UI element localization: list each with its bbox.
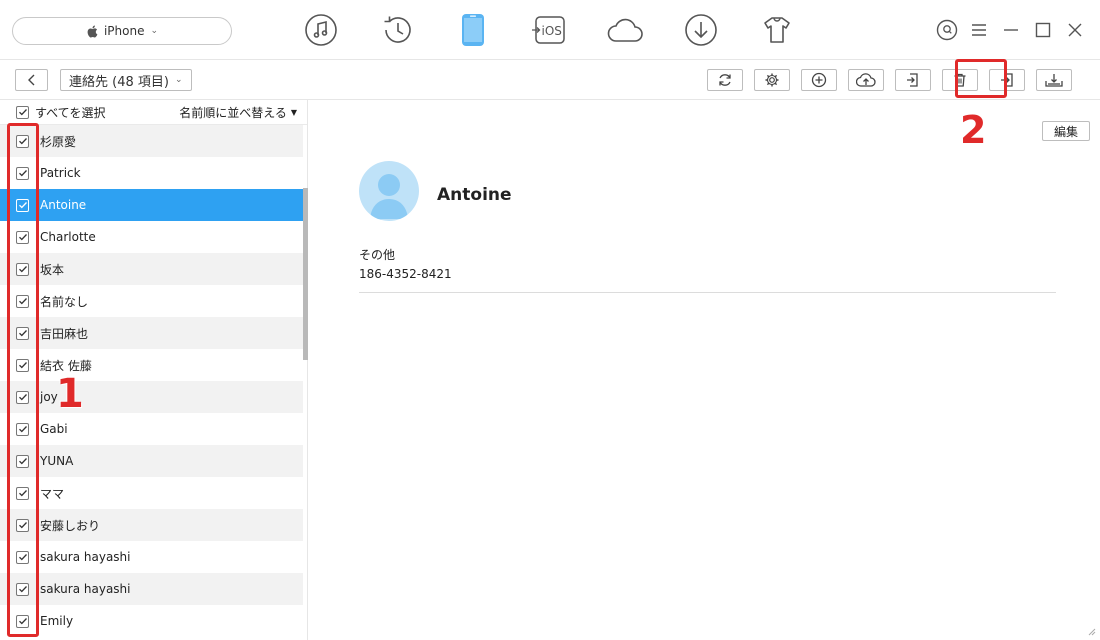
export-button[interactable] bbox=[895, 69, 931, 91]
resize-grip-icon[interactable] bbox=[1086, 626, 1096, 636]
avatar bbox=[359, 161, 419, 221]
contact-name-label: YUNA bbox=[40, 454, 74, 468]
refresh-button[interactable] bbox=[707, 69, 743, 91]
sort-label: 名前順に並べ替える bbox=[179, 105, 287, 120]
contact-name-label: sakura hayashi bbox=[40, 550, 131, 564]
chevron-down-icon: ⌄ bbox=[150, 26, 159, 36]
to-device-icon bbox=[1045, 74, 1063, 87]
contact-name: Antoine bbox=[437, 185, 512, 205]
divider bbox=[359, 292, 1056, 293]
device-selector[interactable]: iPhone ⌄ bbox=[12, 17, 232, 45]
contact-name-label: 名前なし bbox=[40, 294, 89, 309]
contact-row[interactable]: YUNA bbox=[0, 445, 303, 477]
annotation-step-1: 1 bbox=[56, 371, 84, 417]
contact-name-label: sakura hayashi bbox=[40, 582, 131, 596]
contact-list: 杉原愛 Patrick Antoine Charlotte 坂本名前なし吉田麻也結衣 佐… bbox=[0, 125, 303, 637]
main-nav: iOS bbox=[300, 10, 798, 50]
chevron-down-icon: ⌄ bbox=[174, 75, 183, 85]
contact-name-label: ママ bbox=[40, 486, 65, 501]
contact-row[interactable]: joy bbox=[0, 381, 303, 413]
tshirt-icon[interactable] bbox=[756, 10, 798, 50]
contact-row[interactable]: 名前なし bbox=[0, 285, 303, 317]
settings-icon bbox=[765, 73, 779, 87]
contact-row[interactable]: Charlotte bbox=[0, 221, 303, 253]
annotation-step-2: 2 bbox=[960, 108, 987, 152]
sort-dropdown[interactable]: 名前順に並べ替える ▼ bbox=[179, 104, 297, 121]
edit-button[interactable]: 編集 bbox=[1042, 121, 1090, 141]
select-all[interactable]: すべてを選択 bbox=[16, 104, 105, 121]
select-all-label: すべてを選択 bbox=[35, 105, 106, 120]
export-icon bbox=[907, 73, 918, 87]
contact-row[interactable]: 吉田麻也 bbox=[0, 317, 303, 349]
account-icon[interactable] bbox=[936, 18, 958, 42]
phone-icon[interactable] bbox=[452, 10, 494, 50]
contact-row[interactable]: ママ bbox=[0, 477, 303, 509]
contact-row[interactable]: Patrick bbox=[0, 157, 303, 189]
contact-row[interactable]: sakura hayashi bbox=[0, 541, 303, 573]
contact-row[interactable]: 安藤しおり bbox=[0, 509, 303, 541]
contact-name-label: Charlotte bbox=[40, 230, 96, 244]
contact-row[interactable]: 杉原愛 bbox=[0, 125, 303, 157]
phone-number: 186-4352-8421 bbox=[359, 267, 452, 281]
music-icon[interactable] bbox=[300, 10, 342, 50]
contact-name-label: Emily bbox=[40, 614, 74, 628]
apple-icon bbox=[87, 25, 98, 38]
contact-name-label: Patrick bbox=[40, 166, 81, 180]
contact-name-label: 吉田麻也 bbox=[40, 326, 89, 341]
contact-name-label: 杉原愛 bbox=[40, 134, 77, 149]
to-device-button[interactable] bbox=[1036, 69, 1072, 91]
list-header: すべてを選択 名前順に並べ替える ▼ bbox=[0, 100, 307, 125]
contact-row[interactable]: Gabi bbox=[0, 413, 303, 445]
menu-icon[interactable] bbox=[968, 18, 990, 42]
contact-row[interactable]: sakura hayashi bbox=[0, 573, 303, 605]
refresh-icon bbox=[719, 74, 731, 86]
add-icon bbox=[811, 72, 827, 88]
close-icon[interactable] bbox=[1064, 18, 1086, 42]
annotation-box-delete bbox=[955, 59, 1007, 98]
category-selector[interactable]: 連絡先 (48 項目) ⌄ bbox=[60, 69, 192, 91]
maximize-icon[interactable] bbox=[1032, 18, 1054, 42]
back-button[interactable] bbox=[15, 69, 48, 91]
chevron-left-icon bbox=[27, 74, 34, 86]
app-window: iPhone ⌄ iOS 連絡先 (48 項目) ⌄ すべてを選択 名前順に並べ… bbox=[0, 0, 1100, 640]
minimize-icon[interactable] bbox=[1000, 18, 1022, 42]
device-name: iPhone bbox=[103, 24, 145, 38]
contact-name-label: Gabi bbox=[40, 422, 68, 436]
add-button[interactable] bbox=[801, 69, 837, 91]
upload-cloud-icon bbox=[856, 73, 876, 87]
contact-list-pane: すべてを選択 名前順に並べ替える ▼ 杉原愛 Patrick Antoine Char… bbox=[0, 100, 308, 640]
contact-row[interactable]: 結衣 佐藤 bbox=[0, 349, 303, 381]
check-icon bbox=[18, 109, 27, 116]
contact-row[interactable]: Antoine bbox=[0, 189, 303, 221]
field-label: その他 bbox=[359, 248, 396, 262]
top-bar: iPhone ⌄ iOS bbox=[0, 0, 1100, 60]
person-icon bbox=[370, 174, 408, 219]
contact-name-label: Antoine bbox=[40, 198, 87, 212]
contact-row[interactable]: Emily bbox=[0, 605, 303, 637]
category-label: 連絡先 (48 項目) bbox=[69, 74, 169, 90]
contact-name-label: 坂本 bbox=[40, 262, 65, 277]
to-ios-icon[interactable]: iOS bbox=[528, 10, 570, 50]
history-icon[interactable] bbox=[376, 10, 418, 50]
upload-cloud-button[interactable] bbox=[848, 69, 884, 91]
to-ios-label: iOS bbox=[542, 24, 562, 38]
toolbar: 連絡先 (48 項目) ⌄ bbox=[0, 60, 1100, 100]
settings-button[interactable] bbox=[754, 69, 790, 91]
contact-row[interactable]: 坂本 bbox=[0, 253, 303, 285]
select-all-checkbox[interactable] bbox=[16, 105, 29, 119]
contact-name-label: 安藤しおり bbox=[40, 518, 101, 533]
caret-down-icon: ▼ bbox=[290, 107, 297, 117]
cloud-icon[interactable] bbox=[604, 10, 646, 50]
annotation-box-checkboxes bbox=[7, 123, 39, 637]
download-icon[interactable] bbox=[680, 10, 722, 50]
window-controls bbox=[936, 18, 1086, 42]
contact-detail-pane: 編集 Antoine その他 186-4352-8421 bbox=[309, 100, 1100, 640]
action-buttons bbox=[707, 69, 1072, 91]
list-scrollbar[interactable] bbox=[303, 188, 308, 360]
